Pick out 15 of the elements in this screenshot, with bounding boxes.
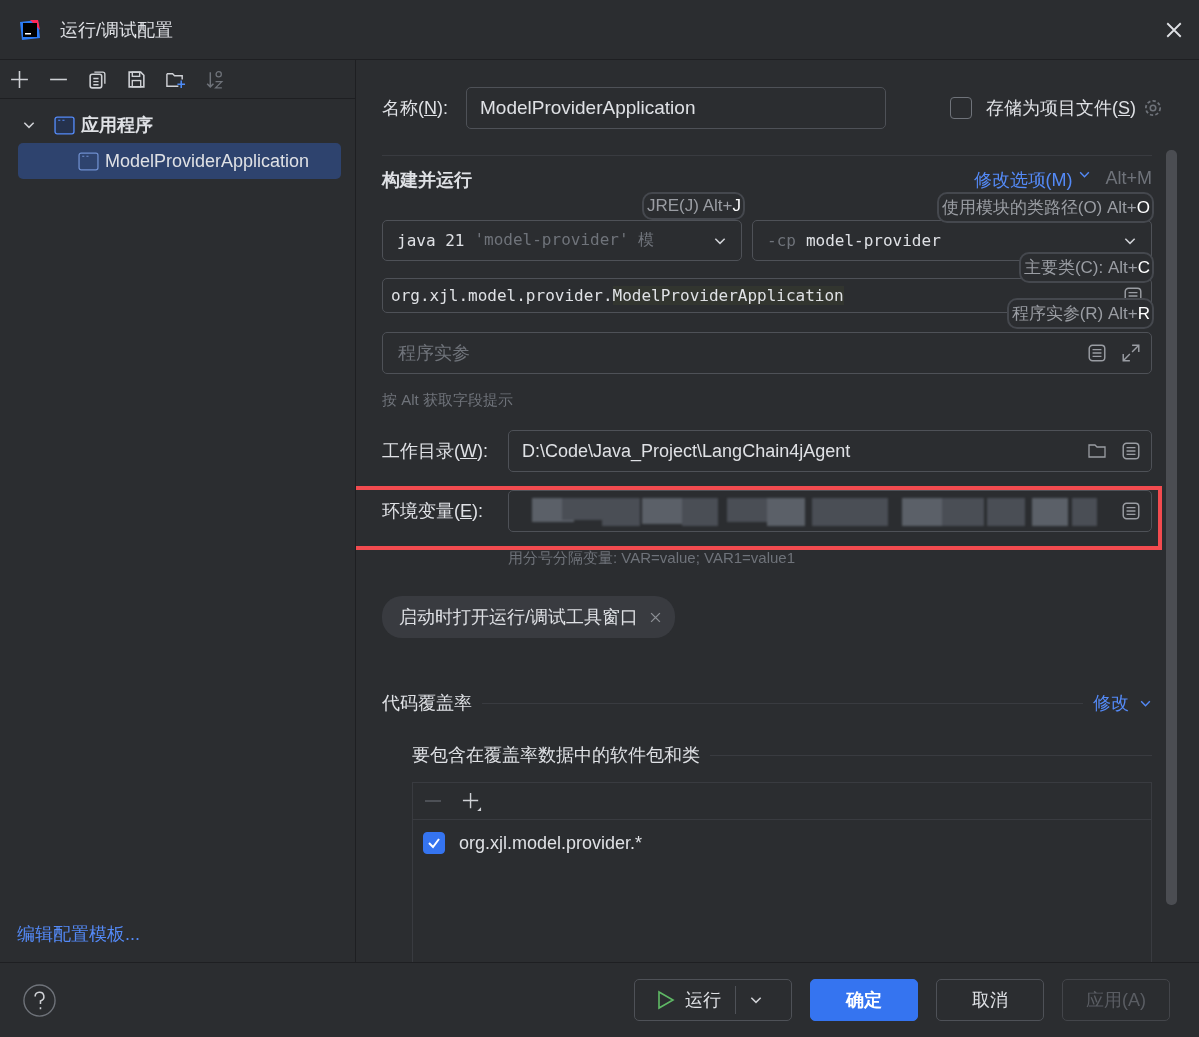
shortcut-tooltip: 主要类(C): Alt+C [1018,252,1154,283]
shortcut-tooltip: 使用模块的类路径(O) Alt+O [936,192,1154,223]
shortcut-tooltip: 程序实参(R) Alt+R [1006,298,1154,329]
environment-variables-label: 环境变量(E): [382,500,484,523]
include-title: 要包含在覆盖率数据中的软件包和类 [412,744,700,767]
coverage-title: 代码覆盖率 [382,692,472,715]
shortcut-text: Alt+M [1105,168,1152,189]
alt-tip-text: 按 Alt 获取字段提示 [382,391,514,410]
working-directory-label: 工作目录(W): [382,440,489,463]
section-title: 构建并运行 [382,169,472,192]
name-label: 名称(N): [382,97,448,120]
shortcut-tooltip: JRE(J) Alt+J [642,192,745,220]
field-placeholder: 程序实参 [398,342,471,365]
hint-text: 用分号分隔变量: VAR=value; VAR1=value1 [507,549,797,568]
window-title: 运行/调试配置 [60,18,173,42]
